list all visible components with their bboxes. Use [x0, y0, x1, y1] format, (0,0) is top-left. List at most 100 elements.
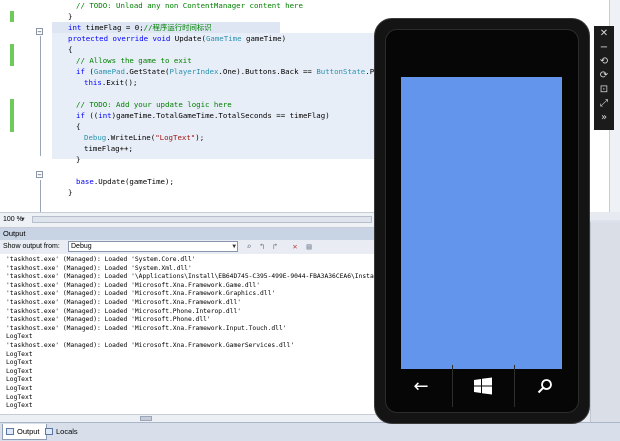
code-token: .Update(gameTime); [93, 177, 174, 186]
minimize-icon[interactable]: − [597, 42, 611, 54]
output-line: 'taskhost.exe' (Managed): Loaded 'Micros… [6, 307, 242, 315]
code-token: ButtonState [316, 67, 366, 76]
chevron-down-icon[interactable]: ▼ [232, 242, 236, 252]
next-message-icon[interactable]: ↱ [270, 242, 280, 252]
output-line: LogText [6, 333, 33, 341]
output-source-select[interactable]: Debug ▼ [68, 241, 238, 252]
output-line: LogText [6, 359, 33, 367]
output-line: 'taskhost.exe' (Managed): Loaded 'Micros… [6, 342, 295, 349]
output-line: LogText [6, 402, 33, 410]
code-token: this [84, 78, 102, 87]
output-toolbar: Show output from: Debug ▼ ⌕ ↰ ↱ ✕ ▤ [0, 240, 380, 255]
zoom-level[interactable]: 100 % [3, 214, 23, 225]
code-token: PlayerIndex [169, 67, 219, 76]
find-message-icon[interactable]: ⌕ [244, 242, 254, 252]
windows-logo-icon[interactable] [453, 359, 513, 413]
scrollbar-thumb[interactable] [140, 416, 152, 421]
code-token: int [98, 111, 112, 120]
output-line: 'taskhost.exe' (Managed): Loaded '\Appli… [6, 273, 380, 281]
chevron-down-icon[interactable]: ▼ [21, 214, 25, 225]
code-token: if [76, 67, 85, 76]
search-icon[interactable] [515, 359, 575, 413]
editor-horizontal-scrollbar[interactable] [32, 216, 372, 223]
code-token: int [68, 23, 82, 32]
rotate-right-icon[interactable]: ⟳ [597, 70, 611, 82]
output-line: LogText [6, 367, 33, 375]
code-token: // TODO: Add your update logic here [76, 100, 232, 109]
code-token: .Exit(); [101, 78, 138, 87]
locals-window-icon [45, 428, 53, 435]
code-token: timeFlag = 0; [81, 23, 144, 32]
additional-tools-icon[interactable]: » [597, 112, 611, 124]
output-line: LogText [6, 350, 33, 358]
code-token: "LogText" [155, 133, 196, 142]
output-line: 'taskhost.exe' (Managed): Loaded 'Micros… [6, 290, 276, 298]
output-line: 'taskhost.exe' (Managed): Loaded 'Micros… [6, 299, 242, 306]
output-line: 'taskhost.exe' (Managed): Loaded 'Micros… [6, 316, 211, 324]
code-token: Debug [84, 133, 107, 142]
output-line: 'taskhost.exe' (Managed): Loaded 'Micros… [6, 281, 261, 289]
emulator-toolbar: ✕ − ⟲ ⟳ ⊡ ⤢ » [594, 26, 614, 130]
code-token: Update( [170, 34, 206, 43]
output-line: LogText [6, 376, 33, 384]
code-token: { [68, 45, 73, 54]
editor-status-bar: 100 % ▼ [0, 212, 380, 228]
tab-label: Output [17, 427, 40, 436]
code-token: timeFlag++; [84, 144, 133, 153]
collapse-icon[interactable]: − [36, 28, 43, 36]
pane-column [590, 222, 620, 422]
code-token: .GetState( [124, 67, 170, 76]
code-token: gameTime) [241, 34, 287, 43]
code-token: } [76, 155, 81, 164]
code-token: .WriteLine( [106, 133, 156, 142]
code-token: ( [84, 67, 94, 76]
close-icon[interactable]: ✕ [597, 28, 611, 40]
output-text[interactable]: 'taskhost.exe' (Managed): Loaded 'System… [0, 254, 380, 414]
code-token: } [68, 188, 73, 197]
code-token: if [76, 111, 85, 120]
output-line: LogText [6, 393, 33, 401]
bottom-tab-strip: Output Locals [0, 422, 620, 441]
change-marker [10, 99, 14, 132]
zoom-icon[interactable]: ⤢ [597, 98, 611, 110]
output-source-value: Debug [71, 243, 92, 250]
tab-locals[interactable]: Locals [42, 424, 84, 439]
tab-label: Locals [56, 427, 78, 436]
code-token: // TODO: Unload any non ContentManager c… [76, 1, 303, 10]
fit-to-screen-icon[interactable]: ⊡ [597, 84, 611, 96]
phone-hardware-buttons: ← [375, 359, 591, 421]
tab-output[interactable]: Output [2, 424, 47, 440]
code-token: // Allows the game to exit [76, 56, 192, 65]
code-token: { [76, 122, 81, 131]
previous-message-icon[interactable]: ↰ [257, 242, 267, 252]
output-window-icon [6, 428, 14, 435]
code-token: .One).Buttons.Back == [218, 67, 317, 76]
code-token: protected override void [68, 34, 171, 43]
windows-phone-emulator: ← [374, 18, 590, 424]
code-token: } [68, 12, 73, 21]
code-line[interactable]: // TODO: Unload any non ContentManager c… [52, 0, 620, 11]
code-token: //程序运行时间标识 [143, 23, 212, 32]
word-wrap-icon[interactable]: ▤ [304, 242, 314, 252]
output-line: 'taskhost.exe' (Managed): Loaded 'Micros… [6, 324, 287, 332]
output-pane-title: Output [3, 229, 26, 238]
output-line: 'taskhost.exe' (Managed): Loaded 'System… [6, 256, 196, 263]
change-marker [10, 44, 14, 66]
output-line: LogText [6, 385, 33, 392]
rotate-left-icon[interactable]: ⟲ [597, 56, 611, 68]
fold-line [40, 180, 41, 212]
code-token: ); [195, 133, 205, 142]
clear-all-icon[interactable]: ✕ [290, 242, 300, 252]
code-token: GamePad [93, 67, 125, 76]
code-token: )gameTime.TotalGameTime.TotalSeconds == … [111, 111, 330, 120]
code-token: base [76, 177, 94, 186]
editor-margin: − − [0, 0, 48, 212]
emulator-screen[interactable] [401, 77, 562, 369]
code-token: (( [84, 111, 99, 120]
back-arrow-icon[interactable]: ← [391, 359, 451, 413]
collapse-icon[interactable]: − [36, 171, 43, 179]
output-line: 'taskhost.exe' (Managed): Loaded 'System… [6, 264, 192, 272]
show-output-label: Show output from: [3, 243, 60, 250]
change-marker [10, 11, 14, 22]
fold-line [40, 36, 41, 156]
